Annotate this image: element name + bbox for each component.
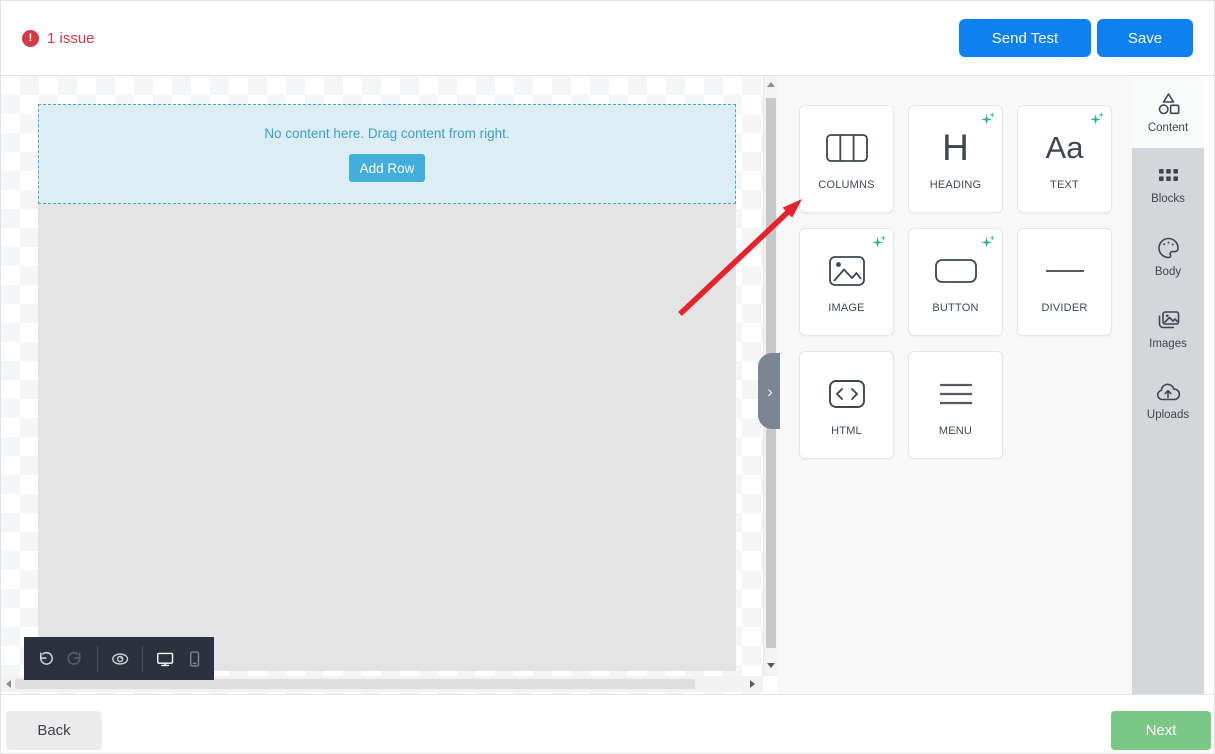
palette-icon bbox=[1155, 235, 1182, 261]
block-label: MENU bbox=[939, 425, 972, 437]
toolbar-divider bbox=[97, 646, 98, 672]
horizontal-scrollbar-thumb[interactable] bbox=[15, 679, 695, 689]
divider-icon bbox=[1043, 251, 1087, 291]
email-editor-window: ! 1 issue Send Test Save No content here… bbox=[0, 0, 1215, 754]
block-label: HTML bbox=[831, 425, 862, 437]
empty-message: No content here. Drag content from right… bbox=[264, 126, 509, 141]
upload-cloud-icon bbox=[1154, 380, 1182, 404]
block-label: BUTTON bbox=[932, 302, 978, 314]
ai-sparkle-icon bbox=[981, 234, 996, 249]
header-actions: Send Test Save bbox=[959, 19, 1193, 57]
send-test-button[interactable]: Send Test bbox=[959, 19, 1091, 57]
block-label: IMAGE bbox=[828, 302, 864, 314]
tab-label: Body bbox=[1155, 266, 1181, 278]
text-icon: Aa bbox=[1046, 128, 1084, 168]
block-card[interactable]: HTML bbox=[799, 351, 894, 459]
scroll-up-arrow[interactable] bbox=[767, 82, 775, 87]
heading-icon: H bbox=[942, 128, 969, 168]
block-card[interactable]: DIVIDER bbox=[1017, 228, 1112, 336]
tab-label: Images bbox=[1149, 338, 1187, 350]
block-card[interactable]: IMAGE bbox=[799, 228, 894, 336]
button-icon bbox=[934, 251, 978, 291]
preview-eye-icon[interactable] bbox=[110, 649, 130, 669]
save-button[interactable]: Save bbox=[1097, 19, 1193, 57]
columns-icon bbox=[825, 128, 869, 168]
menu-icon bbox=[937, 374, 975, 414]
back-button[interactable]: Back bbox=[6, 711, 102, 750]
block-label: TEXT bbox=[1050, 179, 1079, 191]
next-button[interactable]: Next bbox=[1111, 711, 1211, 750]
desktop-view-icon[interactable] bbox=[155, 649, 175, 669]
mobile-view-icon[interactable] bbox=[187, 649, 202, 669]
chevron-right-icon: › bbox=[767, 383, 773, 400]
block-card[interactable]: BUTTON bbox=[908, 228, 1003, 336]
add-row-button[interactable]: Add Row bbox=[349, 154, 425, 182]
tab-blocks[interactable]: Blocks bbox=[1132, 148, 1204, 220]
tab-content[interactable]: Content bbox=[1132, 76, 1204, 148]
scroll-left-arrow[interactable] bbox=[6, 680, 11, 688]
block-card[interactable]: MENU bbox=[908, 351, 1003, 459]
html-icon bbox=[827, 374, 867, 414]
redo-icon[interactable] bbox=[66, 649, 84, 669]
undo-icon[interactable] bbox=[36, 649, 54, 669]
top-bar: ! 1 issue Send Test Save bbox=[1, 1, 1214, 76]
block-label: HEADING bbox=[930, 179, 982, 191]
toolbar-divider bbox=[142, 646, 143, 672]
bottom-bar: Back Next bbox=[1, 694, 1214, 753]
sidebar-tab-strip: Content Blocks Body bbox=[1132, 76, 1204, 696]
block-label: COLUMNS bbox=[818, 179, 874, 191]
grid-icon bbox=[1155, 164, 1182, 188]
collapse-panel-handle[interactable]: › bbox=[758, 353, 780, 429]
tab-label: Uploads bbox=[1147, 409, 1189, 421]
block-card[interactable]: Aa TEXT bbox=[1017, 105, 1112, 213]
issue-count-label: 1 issue bbox=[47, 30, 95, 47]
block-card[interactable]: COLUMNS bbox=[799, 105, 894, 213]
tab-label: Content bbox=[1148, 122, 1188, 134]
block-card[interactable]: H HEADING bbox=[908, 105, 1003, 213]
ai-sparkle-icon bbox=[1090, 111, 1105, 126]
main-area: No content here. Drag content from right… bbox=[1, 76, 1214, 696]
shapes-icon bbox=[1155, 91, 1182, 117]
tab-uploads[interactable]: Uploads bbox=[1132, 364, 1204, 436]
email-canvas: No content here. Drag content from right… bbox=[1, 76, 763, 696]
tab-body[interactable]: Body bbox=[1132, 220, 1204, 292]
block-label: DIVIDER bbox=[1041, 302, 1087, 314]
empty-drop-zone[interactable]: No content here. Drag content from right… bbox=[38, 104, 736, 204]
ai-sparkle-icon bbox=[872, 234, 887, 249]
canvas-toolbar bbox=[24, 637, 214, 680]
scroll-down-arrow[interactable] bbox=[767, 663, 775, 668]
image-icon bbox=[827, 251, 867, 291]
images-icon bbox=[1155, 307, 1182, 333]
error-icon: ! bbox=[22, 30, 39, 47]
tab-label: Blocks bbox=[1151, 193, 1185, 205]
scroll-right-arrow[interactable] bbox=[750, 680, 755, 688]
ai-sparkle-icon bbox=[981, 111, 996, 126]
content-blocks-panel: COLUMNS H HEADING Aa TEXT bbox=[777, 76, 1132, 696]
email-body-area[interactable] bbox=[38, 204, 736, 671]
tab-images[interactable]: Images bbox=[1132, 292, 1204, 364]
issue-indicator[interactable]: ! 1 issue bbox=[22, 30, 95, 47]
